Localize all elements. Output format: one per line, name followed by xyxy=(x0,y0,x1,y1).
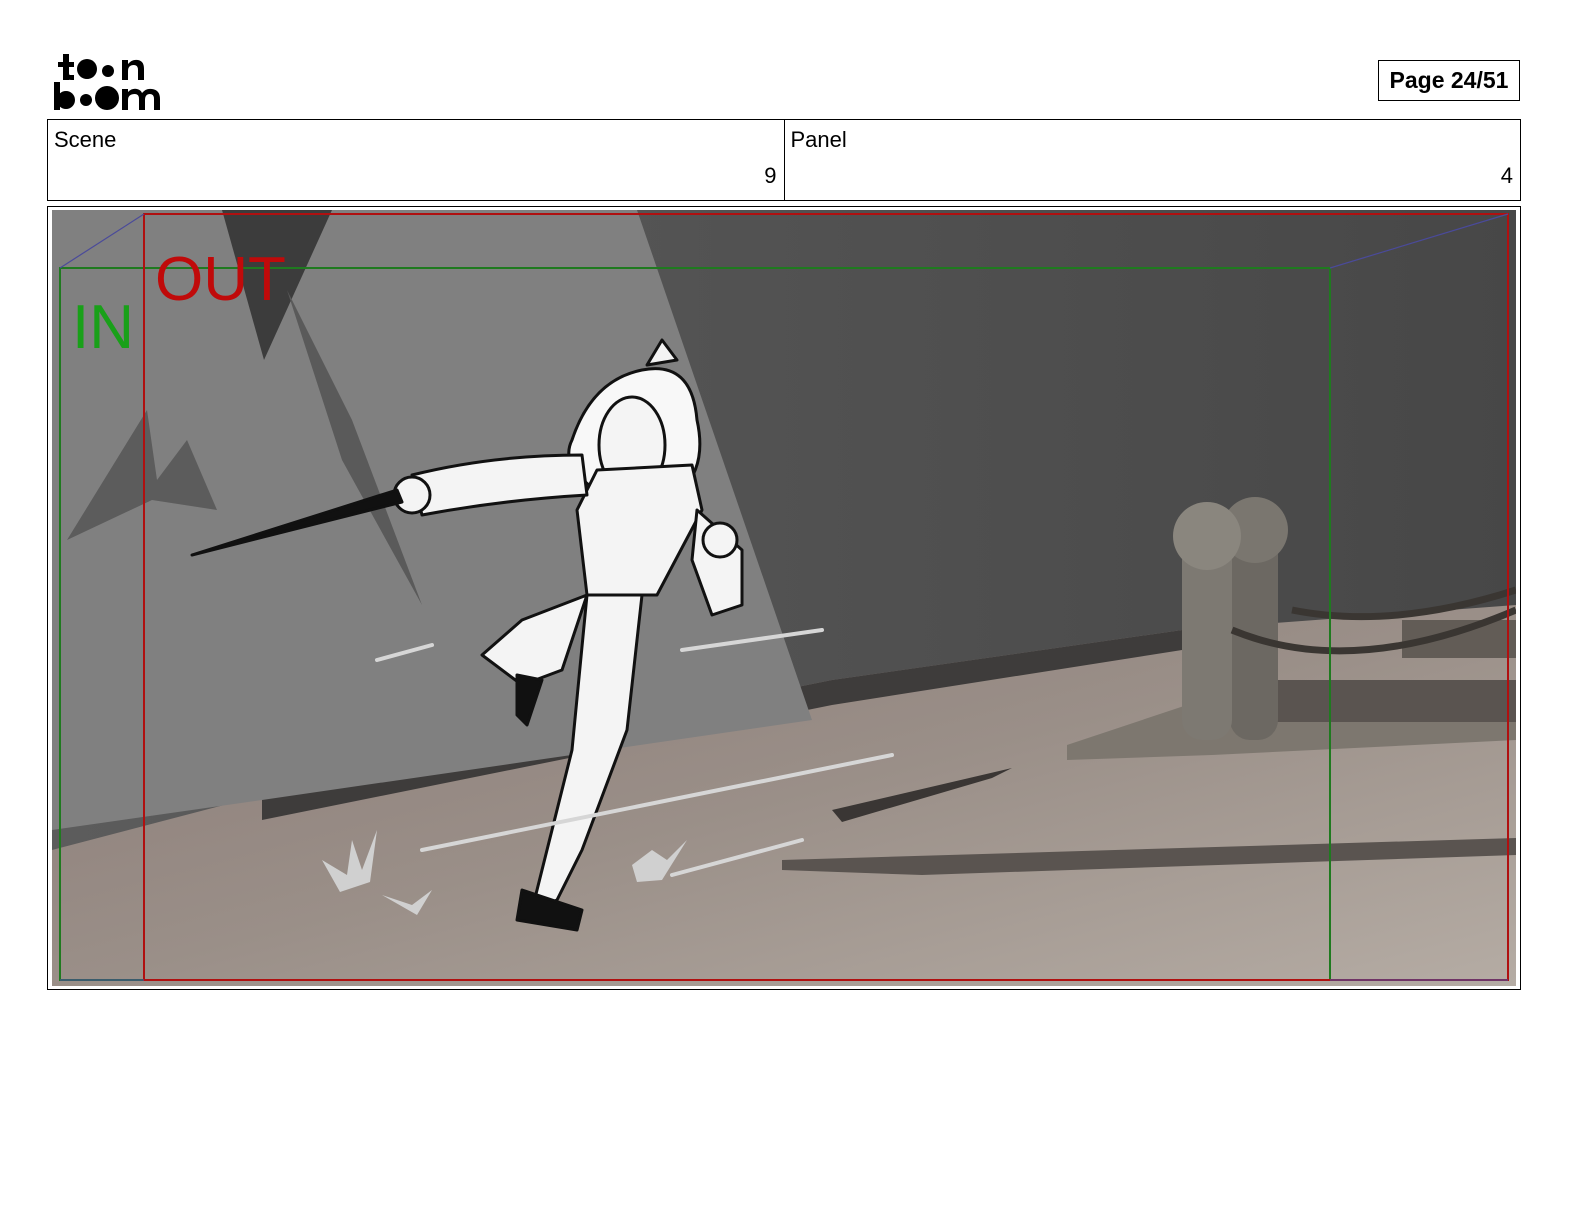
panel-label: Panel xyxy=(790,127,847,152)
scene-number: 9 xyxy=(764,163,777,188)
page-number: Page 24/51 xyxy=(1378,60,1520,101)
scene-label: Scene xyxy=(54,127,117,152)
out-label: OUT xyxy=(155,245,286,314)
scene-cell: Scene 9 xyxy=(48,120,784,200)
bollards xyxy=(1173,497,1288,740)
storyboard-panel: IN OUT xyxy=(47,206,1521,990)
scene-panel-table: Scene 9 Panel 4 xyxy=(47,119,1521,201)
panel-drawing: IN OUT xyxy=(52,210,1516,986)
panel-number: 4 xyxy=(1500,163,1513,188)
toon-boom-logo xyxy=(54,54,160,110)
panel-cell: Panel 4 xyxy=(783,120,1521,200)
in-label: IN xyxy=(72,293,134,362)
